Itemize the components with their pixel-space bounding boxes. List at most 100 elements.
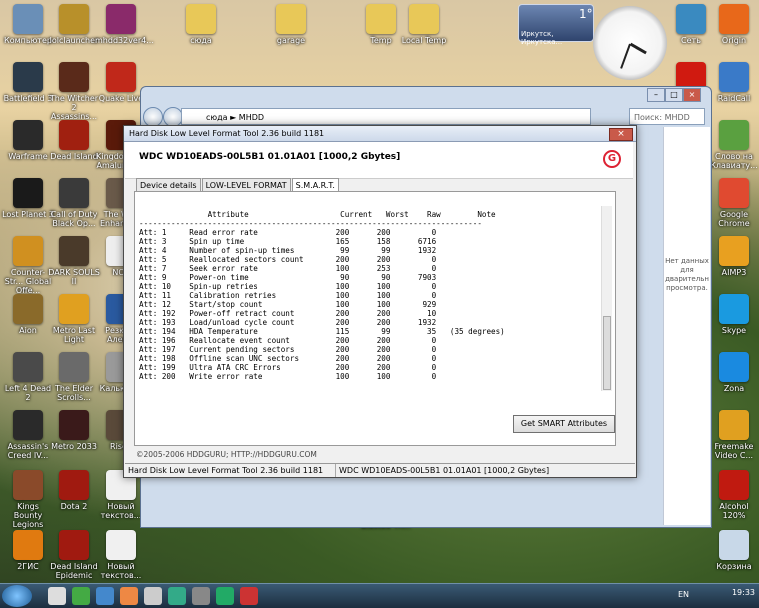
desktop-icon-mhdd[interactable]: mhdd32ver4... bbox=[95, 4, 154, 45]
desktop-icon-label: DARK SOULS II bbox=[48, 268, 100, 286]
taskbar-app-icon[interactable] bbox=[216, 587, 234, 605]
desktop-icon-label: Dota 2 bbox=[60, 502, 88, 511]
zona-icon bbox=[719, 352, 749, 382]
status-bar: Hard Disk Low Level Format Tool 2.36 bui… bbox=[125, 463, 635, 477]
desktop-icon-csgo[interactable]: Counter-Str... Global Offe... bbox=[2, 236, 54, 295]
forward-button[interactable] bbox=[163, 107, 183, 127]
desktop-icon-elder[interactable]: The Elder Scrolls... bbox=[48, 352, 100, 402]
weather-gadget[interactable]: 1° Иркутск, Иркутска... bbox=[518, 4, 594, 46]
smart-row: Att: 196 Reallocate event count 200 200 … bbox=[139, 336, 437, 345]
desktop-icon-label: сюда bbox=[190, 36, 212, 45]
hdd-llf-window[interactable]: Hard Disk Low Level Format Tool 2.36 bui… bbox=[123, 125, 637, 478]
taskbar-explorer-icon[interactable] bbox=[48, 587, 66, 605]
desktop-icon-origin[interactable]: Origin bbox=[708, 4, 759, 45]
taskbar-app-icon[interactable] bbox=[168, 587, 186, 605]
explorer-maximize-button[interactable]: □ bbox=[665, 88, 683, 102]
desktop-icon-label: Компьютер bbox=[4, 36, 52, 45]
desktop-icon-deadisland2[interactable]: Dead Island Epidemic bbox=[48, 530, 100, 580]
desktop-icon-label: Lost Planet 3 bbox=[2, 210, 54, 219]
weather-city: Иркутск, Иркутска... bbox=[521, 30, 563, 46]
tray-clock[interactable]: 19:33 bbox=[732, 588, 755, 597]
tab-low-level-format[interactable]: LOW-LEVEL FORMAT bbox=[201, 178, 291, 192]
chrome-icon bbox=[719, 178, 749, 208]
warframe-icon bbox=[13, 120, 43, 150]
smart-row: Att: 199 Ultra ATA CRC Errors 200 200 0 bbox=[139, 363, 437, 372]
csgo-icon bbox=[13, 236, 43, 266]
desktop-icon-metro[interactable]: Metro Last Light bbox=[48, 294, 100, 344]
aimp-icon bbox=[719, 236, 749, 266]
desktop-icon-aion[interactable]: Aion bbox=[2, 294, 54, 335]
desktop-icon-slovo[interactable]: Слово на Клавиату... bbox=[708, 120, 759, 170]
desktop-icon-skype[interactable]: Skype bbox=[708, 294, 759, 335]
smart-scrollbar[interactable] bbox=[601, 206, 612, 391]
taskbar-app-icon[interactable] bbox=[72, 587, 90, 605]
desktop-icon-bf3[interactable]: Battlefield 3 bbox=[2, 62, 54, 103]
status-drive: WDC WD10EADS-00L5B1 01.01A01 [1000,2 Gby… bbox=[335, 464, 637, 477]
desktop-icon-deadisland[interactable]: Dead Island bbox=[48, 120, 100, 161]
desktop-icon-aimp[interactable]: AIMP3 bbox=[708, 236, 759, 277]
taskbar-app-icon[interactable] bbox=[120, 587, 138, 605]
bf3-icon bbox=[13, 62, 43, 92]
desktop-icon-darksouls[interactable]: DARK SOULS II bbox=[48, 236, 100, 286]
kingsbounty-icon bbox=[13, 470, 43, 500]
taskbar-app-icon[interactable] bbox=[144, 587, 162, 605]
freemake-icon bbox=[719, 410, 749, 440]
alcohol-icon bbox=[719, 470, 749, 500]
desktop-icon-alcohol[interactable]: Alcohol 120% bbox=[708, 470, 759, 520]
taskbar-hddllf-icon[interactable] bbox=[240, 587, 258, 605]
desktop-icon-dota2[interactable]: Dota 2 bbox=[48, 470, 100, 511]
clock-gadget[interactable] bbox=[593, 6, 667, 80]
desktop-icon-lol[interactable]: lolclauncher bbox=[48, 4, 100, 45]
desktop-icon-novy2[interactable]: Новый текстов... bbox=[95, 530, 147, 580]
smart-row: Att: 10 Spin-up retries 100 100 0 bbox=[139, 282, 437, 291]
origin-icon bbox=[719, 4, 749, 34]
explorer-minimize-button[interactable]: – bbox=[647, 88, 665, 102]
quake-icon bbox=[106, 62, 136, 92]
explorer-close-button[interactable]: × bbox=[683, 88, 701, 102]
desktop-icon-label: Слово на Клавиату... bbox=[710, 152, 758, 170]
desktop-icon-chrome[interactable]: Google Chrome bbox=[708, 178, 759, 228]
desktop-icon-label: Left 4 Dead 2 bbox=[4, 384, 52, 402]
language-indicator[interactable]: EN bbox=[678, 590, 689, 599]
taskbar-app-icon[interactable] bbox=[192, 587, 210, 605]
desktop-icon-kingsbounty[interactable]: Kings Bounty Legions bbox=[2, 470, 54, 529]
close-button[interactable]: × bbox=[609, 128, 633, 141]
drive-info: WDC WD10EADS-00L5B1 01.01A01 [1000,2 Gby… bbox=[139, 152, 401, 162]
desktop-icon-zona[interactable]: Zona bbox=[708, 352, 759, 393]
desktop-icon-label: Warframe bbox=[8, 152, 48, 161]
slovo-icon bbox=[719, 120, 749, 150]
scrollbar-thumb[interactable] bbox=[603, 316, 611, 390]
desktop-icon-localtemp[interactable]: Local Temp bbox=[398, 4, 450, 45]
desktop-icon-label: The Elder Scrolls... bbox=[55, 384, 93, 402]
localtemp-icon bbox=[409, 4, 439, 34]
desktop-icon-label: lolclauncher bbox=[49, 36, 99, 45]
desktop-icon-computer[interactable]: Компьютер bbox=[2, 4, 54, 45]
desktop-icon-warframe[interactable]: Warframe bbox=[2, 120, 54, 161]
desktop-icon-garage[interactable]: garage bbox=[265, 4, 317, 45]
tab-device-details[interactable]: Device details bbox=[136, 178, 201, 192]
taskbar-app-icon[interactable] bbox=[96, 587, 114, 605]
get-smart-attributes-button[interactable]: Get SMART Attributes bbox=[513, 415, 615, 433]
desktop-icon-cod[interactable]: Call of Duty Black Op... bbox=[48, 178, 100, 228]
back-button[interactable] bbox=[143, 107, 163, 127]
desktop-icon-l4d2[interactable]: Left 4 Dead 2 bbox=[2, 352, 54, 402]
address-bar[interactable]: сюда ► MHDD bbox=[181, 108, 591, 125]
search-input[interactable]: Поиск: MHDD bbox=[629, 108, 705, 125]
window-title[interactable]: Hard Disk Low Level Format Tool 2.36 bui… bbox=[124, 126, 636, 142]
raidcall-icon bbox=[719, 62, 749, 92]
desktop-icon-2gis[interactable]: 2ГИС bbox=[2, 530, 54, 571]
desktop-icon-label: AIMP3 bbox=[721, 268, 747, 277]
smart-row: Att: 12 Start/stop count 100 100 929 bbox=[139, 300, 437, 309]
desktop-icon-witcher[interactable]: The Witcher 2 Assassins... bbox=[48, 62, 100, 121]
explorer-titlebar[interactable] bbox=[141, 87, 711, 101]
desktop-icon-setdir[interactable]: сюда bbox=[175, 4, 227, 45]
desktop-icon-metro2033[interactable]: Metro 2033 bbox=[48, 410, 100, 451]
smart-separator: ----------------------------------------… bbox=[139, 219, 482, 228]
desktop-icon-freemake[interactable]: Freemake Video C... bbox=[708, 410, 759, 460]
desktop-icon-label: Skype bbox=[721, 326, 747, 335]
start-button[interactable] bbox=[2, 585, 32, 607]
desktop-icon-raidcall[interactable]: RaidCall bbox=[708, 62, 759, 103]
desktop-icon-korzina[interactable]: Корзина bbox=[708, 530, 759, 571]
desktop-icon-acreed[interactable]: Assassin's Creed IV... bbox=[2, 410, 54, 460]
desktop-icon-lostplanet[interactable]: Lost Planet 3 bbox=[2, 178, 54, 219]
